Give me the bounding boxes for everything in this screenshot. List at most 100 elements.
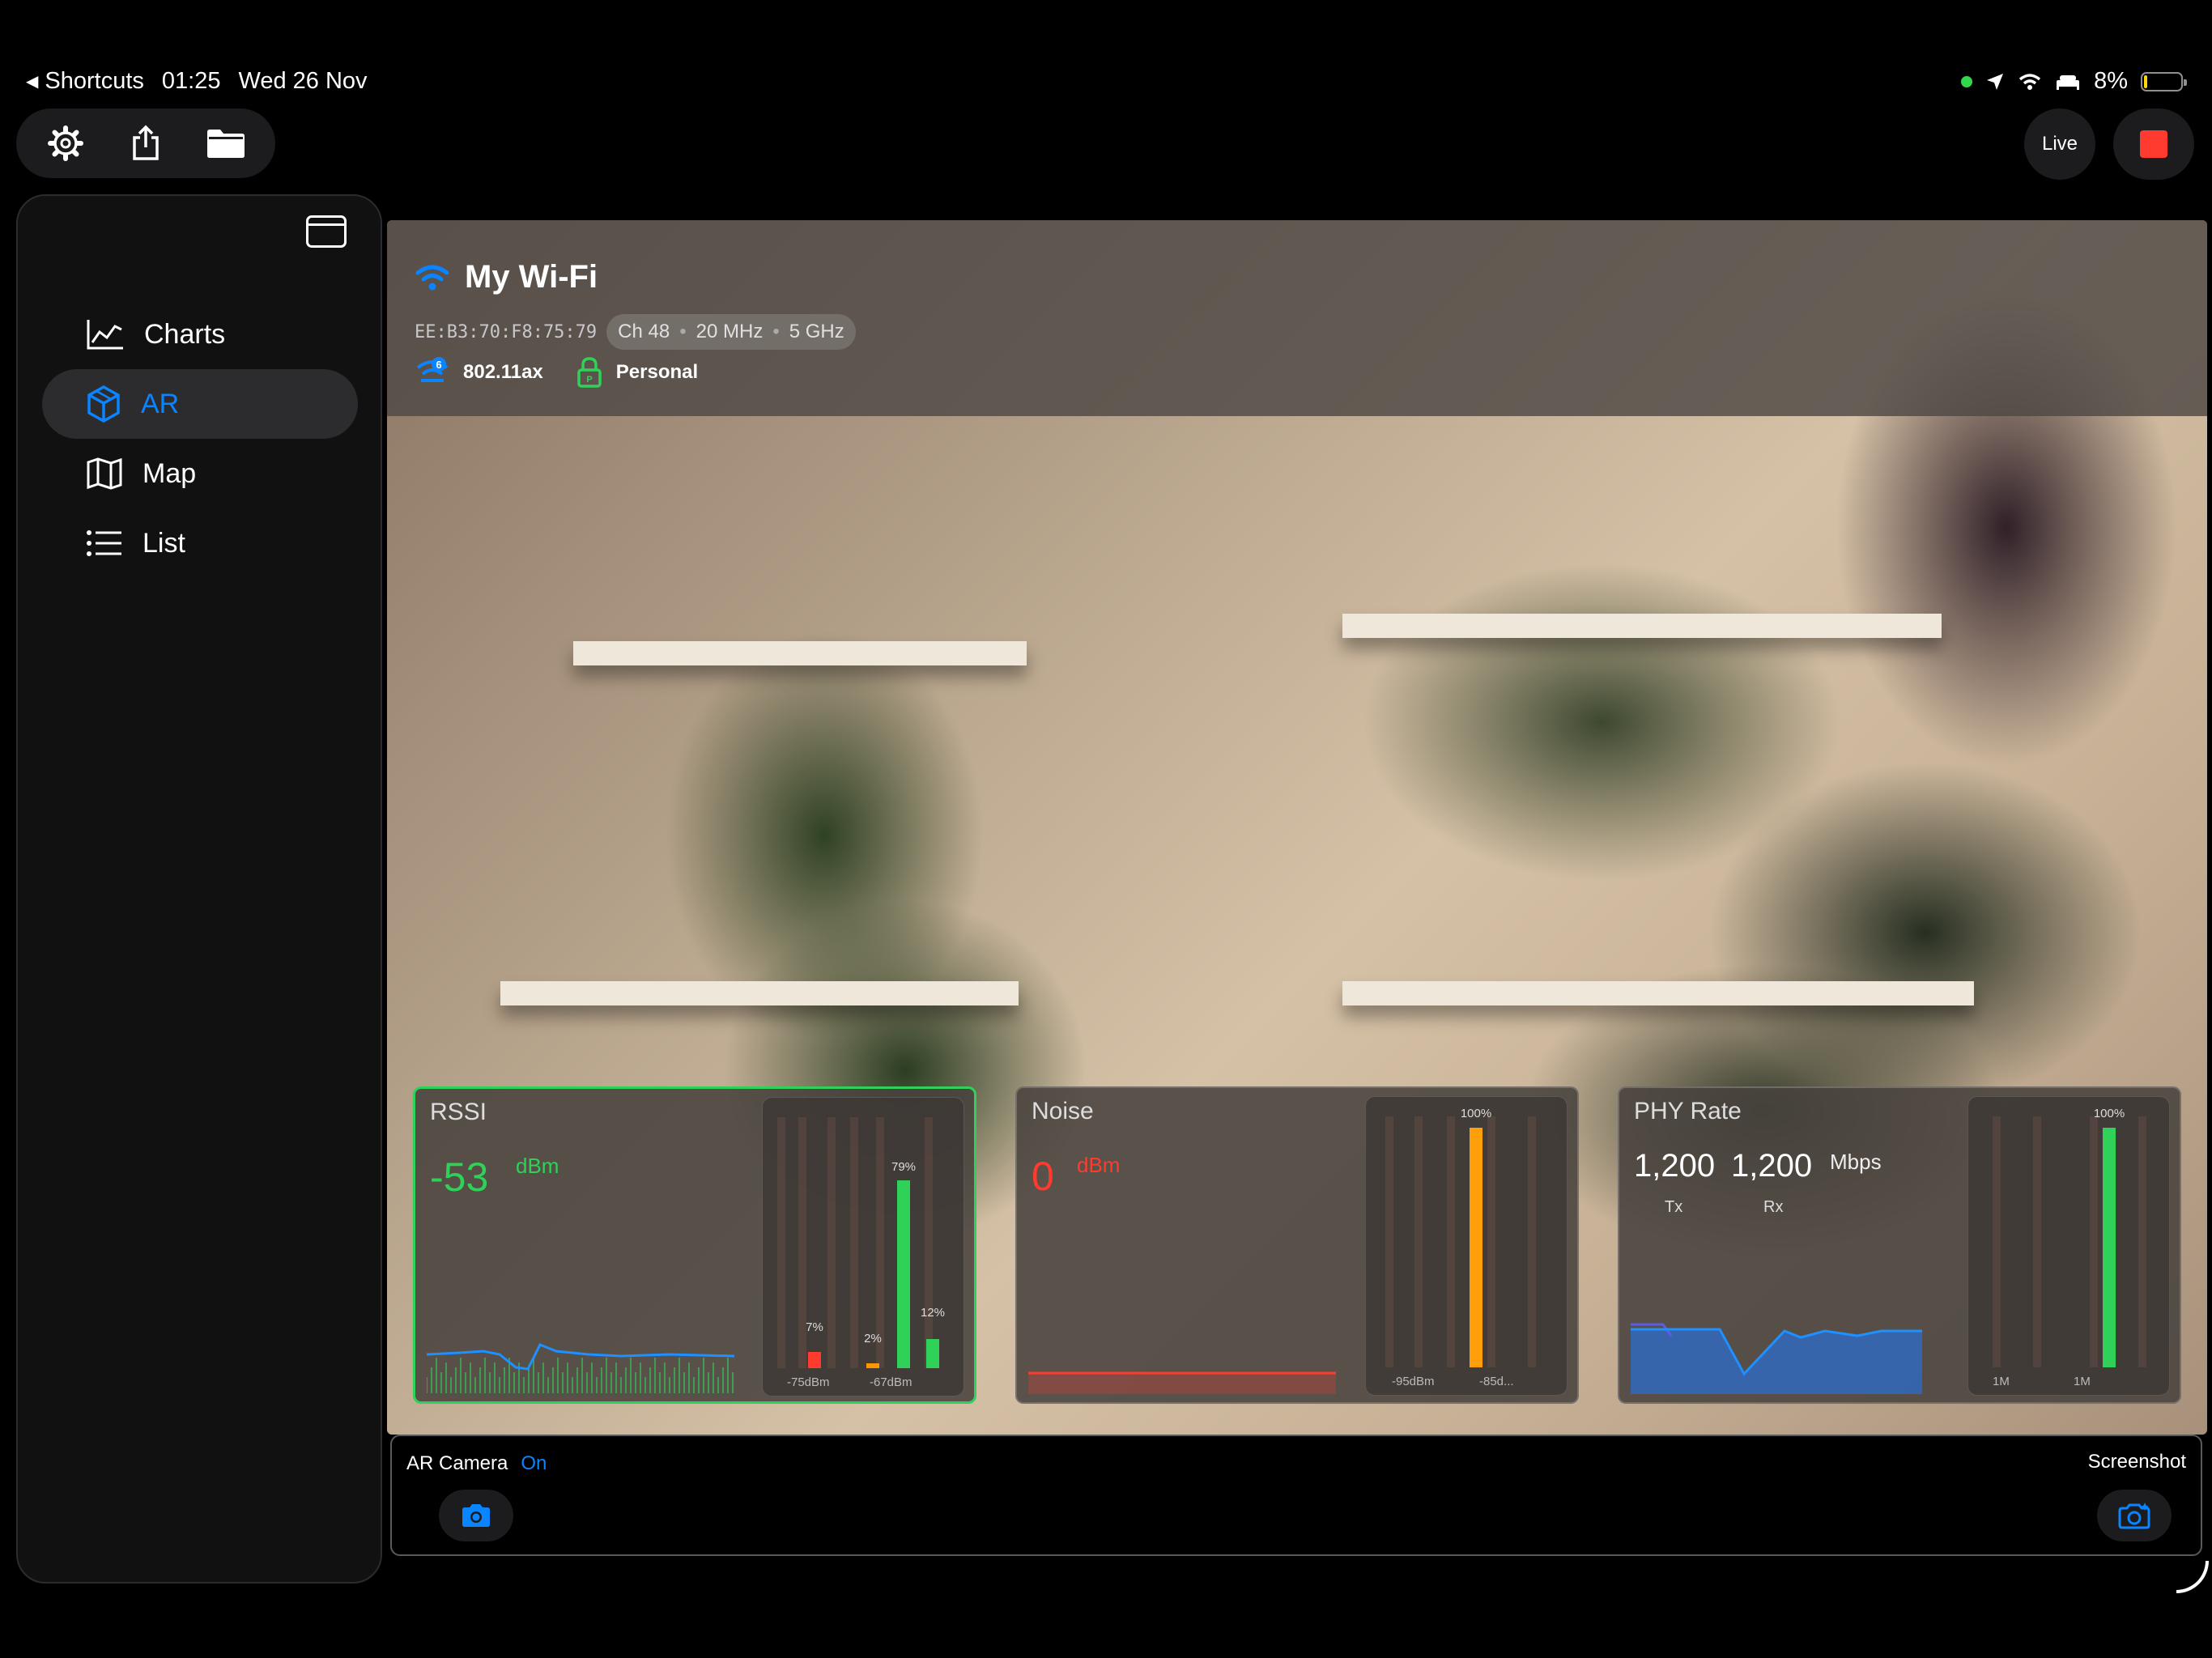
sidebar-toggle-icon[interactable] (306, 215, 347, 248)
phy-unit: Mbps (1830, 1150, 1882, 1174)
phy-rate-card[interactable]: PHY Rate 1,200 1,200 Mbps Tx Rx 100% 1M … (1618, 1086, 2181, 1404)
gear-icon (48, 125, 84, 161)
sidebar-item-label: Charts (144, 318, 226, 350)
list-icon (87, 530, 121, 556)
ar-camera-state: On (521, 1452, 547, 1474)
battery-icon (2141, 71, 2187, 91)
wifi-status-icon (2018, 73, 2041, 90)
resize-handle-icon[interactable] (2176, 1561, 2209, 1593)
phy-histogram: 100% 1M 1M (1967, 1096, 2170, 1396)
rssi-histogram: 7% 2% 79% 12% -75dBm -67dBm (762, 1097, 964, 1397)
rssi-title: RSSI (430, 1099, 487, 1125)
rssi-bar (866, 1363, 879, 1368)
network-ssid: My Wi-Fi (465, 259, 598, 295)
sidebar: Charts AR Map List (16, 194, 382, 1584)
svg-text:P: P (586, 375, 592, 385)
rssi-bar (926, 1339, 939, 1368)
ar-camera-label: AR Camera (406, 1452, 508, 1474)
phy-rx-label: Rx (1763, 1198, 1784, 1216)
camera-icon (462, 1504, 490, 1527)
back-app-link[interactable]: Shortcuts (45, 68, 144, 95)
camera-indicator-icon (1961, 75, 1973, 87)
ar-camera-toggle-button[interactable] (439, 1490, 513, 1541)
noise-unit: dBm (1077, 1153, 1121, 1177)
stop-recording-button[interactable] (2113, 108, 2194, 180)
ar-controls-bar: AR Camera On Screenshot (390, 1435, 2202, 1556)
ar-camera-status: AR Camera On (406, 1452, 547, 1475)
rssi-axis-label: -75dBm (787, 1375, 830, 1389)
rssi-bar-pct: 12% (920, 1306, 946, 1320)
phy-tx-value: 1,200 (1634, 1148, 1716, 1184)
phy-axis-label: 1M (2074, 1375, 2091, 1388)
rssi-bar-pct: 2% (864, 1332, 882, 1346)
shelf-left-upper (573, 641, 1027, 665)
wifi-icon (415, 265, 449, 290)
noise-bar (1470, 1128, 1482, 1367)
phy-sparkline (1631, 1323, 1922, 1394)
noise-bar-pct: 100% (1460, 1107, 1492, 1120)
sleep-bed-icon (2057, 74, 2080, 90)
phy-tx-label: Tx (1665, 1198, 1683, 1216)
sidebar-item-charts[interactable]: Charts (42, 300, 358, 369)
ar-cube-icon (87, 385, 120, 423)
noise-card[interactable]: Noise 0 dBm 100% -95dBm -85d... (1015, 1086, 1579, 1404)
files-button[interactable] (198, 115, 254, 172)
network-header: My Wi-Fi EE:B3:70:F8:75:79 Ch 48 • 20 MH… (387, 220, 2207, 416)
shelf-right-upper (1342, 614, 1942, 638)
sidebar-item-label: Map (143, 457, 197, 489)
ar-camera-view[interactable]: My Wi-Fi EE:B3:70:F8:75:79 Ch 48 • 20 MH… (387, 220, 2207, 1435)
rssi-bar (897, 1180, 910, 1368)
sidebar-item-map[interactable]: Map (42, 439, 358, 508)
rssi-axis-label: -67dBm (870, 1375, 912, 1389)
map-icon (87, 457, 122, 490)
status-bar-left: ◀ Shortcuts 01:25 Wed 26 Nov (26, 68, 368, 95)
noise-title: Noise (1032, 1098, 1094, 1124)
rssi-value: -53 (430, 1154, 489, 1200)
back-arrow-icon[interactable]: ◀ (26, 71, 38, 91)
sidebar-item-ar[interactable]: AR (42, 369, 358, 439)
phy-rx-value: 1,200 (1731, 1148, 1813, 1184)
wifi6-icon: 6 (416, 357, 449, 382)
stop-icon (2140, 130, 2167, 158)
screenshot-button[interactable] (2097, 1490, 2172, 1541)
live-button[interactable]: Live (2024, 108, 2095, 180)
wifi-standard: 802.11ax (463, 361, 543, 383)
network-width: 20 MHz (696, 321, 764, 342)
live-label: Live (2041, 133, 2078, 155)
lock-icon: P (577, 357, 602, 388)
phy-axis-label: 1M (1993, 1375, 2010, 1388)
noise-axis-label: -95dBm (1392, 1375, 1435, 1388)
status-date: Wed 26 Nov (238, 68, 368, 94)
status-time: 01:25 (161, 68, 221, 94)
sidebar-item-label: AR (141, 388, 180, 419)
status-bar-right: 8% (1961, 68, 2187, 95)
share-icon (133, 125, 159, 160)
network-channel: Ch 48 (618, 321, 670, 342)
screenshot-label: Screenshot (2087, 1451, 2186, 1473)
shelf-right-lower (1342, 981, 1974, 1005)
noise-histogram: 100% -95dBm -85d... (1365, 1096, 1568, 1396)
rssi-unit: dBm (516, 1154, 559, 1178)
svg-text:6: 6 (436, 359, 441, 371)
rssi-sparkline (427, 1343, 734, 1393)
share-button[interactable] (117, 115, 174, 172)
phy-bar-pct: 100% (2093, 1107, 2125, 1120)
rssi-bar-pct: 79% (891, 1160, 917, 1174)
network-band: 5 GHz (789, 321, 844, 342)
top-toolbar (16, 108, 275, 178)
settings-button[interactable] (37, 115, 94, 172)
noise-value: 0 (1032, 1154, 1054, 1199)
screenshot-camera-icon (2118, 1503, 2150, 1529)
shelf-left-lower (500, 981, 1019, 1005)
channel-pill: Ch 48 • 20 MHz • 5 GHz (606, 314, 856, 350)
chart-icon (87, 320, 123, 350)
network-bssid: EE:B3:70:F8:75:79 (415, 321, 598, 342)
noise-sparkline (1028, 1371, 1336, 1394)
folder-icon (206, 130, 245, 158)
sidebar-item-list[interactable]: List (42, 508, 358, 578)
rssi-card[interactable]: RSSI -53 dBm 7% 2% 79% 12% -75dBm -67dBm (413, 1086, 976, 1404)
rssi-bar-pct: 7% (806, 1320, 823, 1334)
battery-percent: 8% (2094, 68, 2128, 94)
location-icon (1987, 73, 2004, 90)
sidebar-item-label: List (143, 527, 185, 559)
